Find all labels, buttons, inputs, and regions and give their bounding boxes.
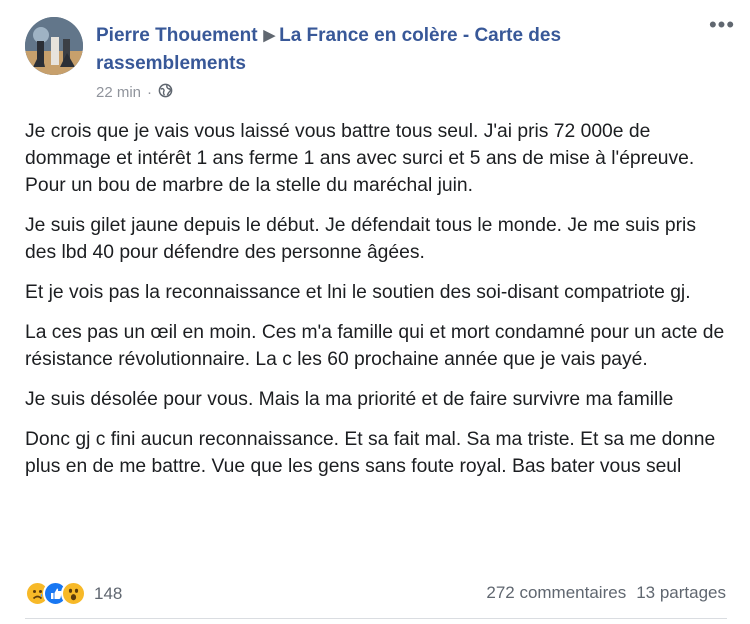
post-paragraph: Donc gj c fini aucun reconnaissance. Et … <box>25 429 716 477</box>
author-name-link[interactable]: Pierre Thouement <box>96 25 258 46</box>
divider <box>25 618 727 619</box>
wow-reaction-icon <box>61 581 86 606</box>
comments-count-link[interactable]: 272 commentaires <box>486 583 626 602</box>
reaction-summary[interactable]: 148 <box>25 581 122 606</box>
shares-count-link[interactable]: 13 partages <box>636 583 726 602</box>
post-meta: 22 min · <box>96 83 173 102</box>
post-timestamp[interactable]: 22 min <box>96 84 141 101</box>
facebook-post: Pierre Thouement ▶ La France en colère - C… <box>0 0 750 624</box>
meta-separator: · <box>147 84 153 101</box>
globe-icon <box>158 83 173 102</box>
post-paragraph: Je crois que je vais vous laissé vous ba… <box>25 121 695 196</box>
post-title-line: Pierre Thouement ▶ La France en colère - C… <box>96 22 686 78</box>
triangle-right-icon: ▶ <box>263 27 276 44</box>
more-options-icon[interactable]: ••• <box>706 14 738 44</box>
post-footer: 148 272 commentaires 13 partages <box>25 576 730 610</box>
post-paragraph: La ces pas un œil en moin. Ces m'a famil… <box>25 322 725 370</box>
post-paragraph: Je suis désolée pour vous. Mais la ma pr… <box>25 389 674 410</box>
post-paragraph: Je suis gilet jaune depuis le début. Je … <box>25 215 696 263</box>
post-paragraph: Et je vois pas la reconnaissance et lni … <box>25 282 691 303</box>
engagement-stats: 272 commentaires 13 partages <box>486 583 726 603</box>
avatar-image <box>25 17 83 75</box>
post-header: Pierre Thouement ▶ La France en colère - C… <box>96 22 686 78</box>
reaction-count[interactable]: 148 <box>94 584 122 604</box>
author-avatar[interactable] <box>25 17 83 75</box>
post-body: Je crois que je vais vous laissé vous ba… <box>25 118 730 493</box>
